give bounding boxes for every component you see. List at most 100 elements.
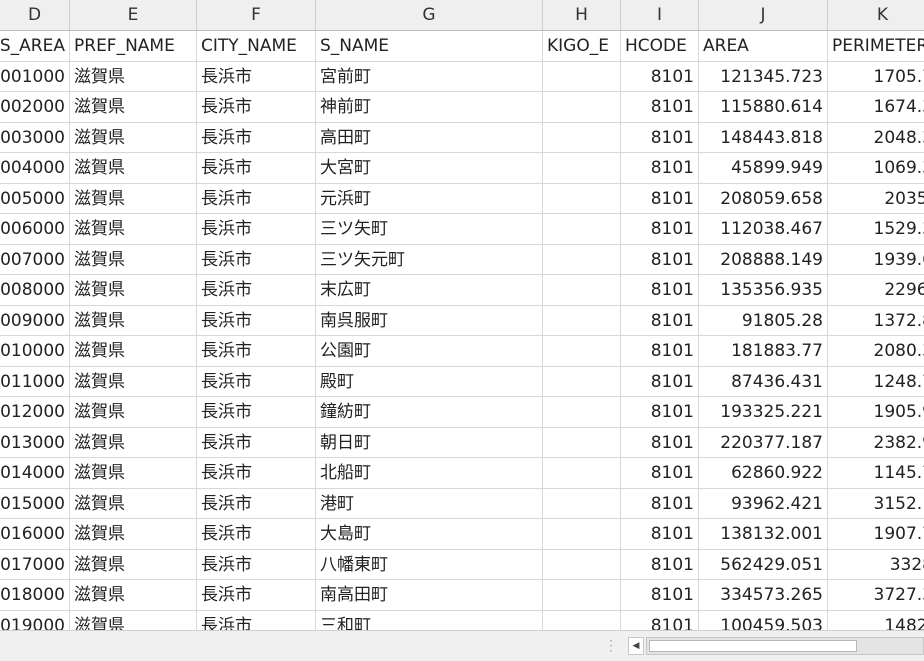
table-cell[interactable]: 長浜市	[197, 183, 316, 214]
table-cell[interactable]: 港町	[316, 488, 543, 519]
column-letter-e[interactable]: E	[70, 0, 197, 30]
table-cell[interactable]: 神前町	[316, 92, 543, 122]
table-cell[interactable]: 長浜市	[197, 153, 316, 183]
table-cell[interactable]: 2080.3	[828, 336, 924, 366]
table-cell[interactable]: 220377.187	[699, 427, 828, 458]
table-cell[interactable]: 三ツ矢元町	[316, 244, 543, 275]
table-cell[interactable]	[543, 366, 621, 397]
table-cell[interactable]	[543, 427, 621, 458]
table-cell[interactable]: 長浜市	[197, 549, 316, 580]
table-cell[interactable]: 006000	[0, 214, 70, 244]
table-cell[interactable]: 016000	[0, 519, 70, 549]
table-cell[interactable]: 87436.431	[699, 366, 828, 397]
table-cell[interactable]: 004000	[0, 153, 70, 183]
table-cell[interactable]: 1145.7	[828, 458, 924, 488]
table-cell[interactable]: 長浜市	[197, 488, 316, 519]
table-cell[interactable]: 長浜市	[197, 397, 316, 427]
table-cell[interactable]: 8101	[621, 458, 699, 488]
table-cell[interactable]: 滋賀県	[70, 458, 197, 488]
column-letter-i[interactable]: I	[621, 0, 699, 30]
field-header-cell[interactable]: CITY_NAME	[197, 31, 316, 61]
table-cell[interactable]: 014000	[0, 458, 70, 488]
table-cell[interactable]: 高田町	[316, 122, 543, 153]
table-cell[interactable]: 滋賀県	[70, 549, 197, 580]
table-cell[interactable]: 長浜市	[197, 244, 316, 275]
table-cell[interactable]: 8101	[621, 61, 699, 92]
table-cell[interactable]: 008000	[0, 275, 70, 305]
table-cell[interactable]: 019000	[0, 610, 70, 630]
table-cell[interactable]: 62860.922	[699, 458, 828, 488]
table-cell[interactable]: 8101	[621, 519, 699, 549]
table-cell[interactable]: 148443.818	[699, 122, 828, 153]
table-cell[interactable]: 1372.8	[828, 306, 924, 336]
table-cell[interactable]: 殿町	[316, 366, 543, 397]
table-cell[interactable]: 8101	[621, 305, 699, 336]
table-cell[interactable]: 長浜市	[197, 61, 316, 92]
field-header-cell[interactable]: KIGO_E	[543, 31, 621, 61]
table-cell[interactable]: 3328	[828, 550, 924, 580]
table-cell[interactable]: 007000	[0, 244, 70, 275]
horizontal-scroll-thumb[interactable]	[649, 640, 857, 652]
table-cell[interactable]: 長浜市	[197, 427, 316, 458]
table-cell[interactable]: 長浜市	[197, 336, 316, 366]
table-cell[interactable]: 3727.3	[828, 580, 924, 610]
table-cell[interactable]: 八幡東町	[316, 549, 543, 580]
table-cell[interactable]: 8101	[621, 549, 699, 580]
table-cell[interactable]: 滋賀県	[70, 183, 197, 214]
table-cell[interactable]: 北船町	[316, 458, 543, 488]
table-cell[interactable]: 長浜市	[197, 519, 316, 549]
table-cell[interactable]: 8101	[621, 92, 699, 122]
table-cell[interactable]: 8101	[621, 610, 699, 630]
table-cell[interactable]: 115880.614	[699, 92, 828, 122]
table-cell[interactable]: 017000	[0, 549, 70, 580]
table-cell[interactable]: 1939.6	[828, 245, 924, 275]
field-header-cell[interactable]: PERIMETER	[828, 31, 924, 61]
field-header-cell[interactable]: PREF_NAME	[70, 31, 197, 61]
table-cell[interactable]: 8101	[621, 427, 699, 458]
table-cell[interactable]: 2048.3	[828, 123, 924, 153]
table-cell[interactable]: 8101	[621, 183, 699, 214]
field-header-cell[interactable]: HCODE	[621, 31, 699, 61]
table-cell[interactable]: 1674.3	[828, 92, 924, 122]
column-letter-k[interactable]: K	[828, 0, 924, 30]
table-cell[interactable]: 1907.7	[828, 519, 924, 549]
table-cell[interactable]: 公園町	[316, 336, 543, 366]
table-cell[interactable]: 208059.658	[699, 183, 828, 214]
table-cell[interactable]: 8101	[621, 366, 699, 397]
table-cell[interactable]: 宮前町	[316, 61, 543, 92]
table-cell[interactable]: 三ツ矢町	[316, 214, 543, 244]
table-cell[interactable]	[543, 183, 621, 214]
table-cell[interactable]: 8101	[621, 488, 699, 519]
table-cell[interactable]: 大島町	[316, 519, 543, 549]
table-cell[interactable]: 334573.265	[699, 580, 828, 610]
table-cell[interactable]: 南呉服町	[316, 305, 543, 336]
table-cell[interactable]	[543, 122, 621, 153]
table-cell[interactable]: 100459.503	[699, 610, 828, 630]
table-cell[interactable]: 2296.	[828, 275, 924, 305]
table-cell[interactable]	[543, 214, 621, 244]
table-cell[interactable]: 009000	[0, 305, 70, 336]
table-cell[interactable]	[543, 610, 621, 630]
scroll-left-button[interactable]: ◀	[628, 637, 644, 655]
table-cell[interactable]: 011000	[0, 366, 70, 397]
table-cell[interactable]: 長浜市	[197, 122, 316, 153]
table-cell[interactable]: 8101	[621, 336, 699, 366]
table-cell[interactable]: 8101	[621, 580, 699, 610]
table-cell[interactable]: 8101	[621, 153, 699, 183]
table-cell[interactable]: 滋賀県	[70, 610, 197, 630]
table-cell[interactable]: 138132.001	[699, 519, 828, 549]
table-cell[interactable]: 三和町	[316, 610, 543, 630]
vertical-dots-icon[interactable]: · · ·	[606, 635, 616, 657]
table-cell[interactable]: 1248.7	[828, 367, 924, 397]
table-cell[interactable]: 滋賀県	[70, 305, 197, 336]
column-letter-j[interactable]: J	[699, 0, 828, 30]
table-cell[interactable]	[543, 397, 621, 427]
table-cell[interactable]	[543, 580, 621, 610]
spreadsheet-grid[interactable]: DEFGHIJK S_AREA PREF_NAME CITY_NAME S_NAME K…	[0, 0, 924, 630]
field-header-cell[interactable]: S_AREA	[0, 31, 70, 61]
column-letter-f[interactable]: F	[197, 0, 316, 30]
table-cell[interactable]: 滋賀県	[70, 366, 197, 397]
table-cell[interactable]: 001000	[0, 61, 70, 92]
table-cell[interactable]: 018000	[0, 580, 70, 610]
table-cell[interactable]: 8101	[621, 397, 699, 427]
